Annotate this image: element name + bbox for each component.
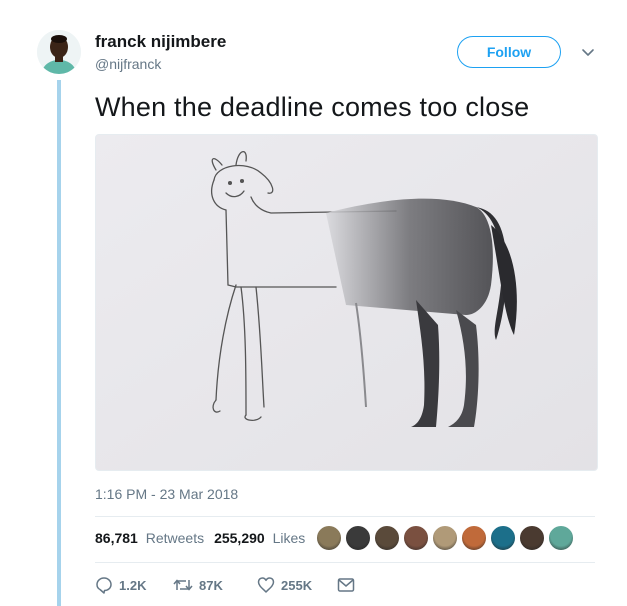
direct-message-action[interactable]: [337, 577, 361, 593]
retweets-count: 86,781: [95, 530, 138, 546]
reply-icon: [96, 577, 112, 594]
follow-button[interactable]: Follow: [457, 36, 561, 68]
user-handle[interactable]: @nijfranck: [95, 56, 161, 72]
liker-avatar[interactable]: [490, 525, 516, 551]
chevron-down-icon[interactable]: [580, 44, 596, 60]
heart-icon: [257, 577, 275, 593]
reply-count: 1.2K: [119, 577, 147, 593]
reply-action[interactable]: 1.2K: [95, 576, 173, 594]
retweets-stat[interactable]: 86,781 Retweets: [95, 530, 204, 546]
likes-label: Likes: [272, 530, 306, 546]
retweet-icon: [173, 579, 193, 591]
tweet-text: When the deadline comes too close: [95, 92, 530, 122]
liker-avatar[interactable]: [461, 525, 487, 551]
liker-avatar[interactable]: [432, 525, 458, 551]
like-count: 255K: [281, 577, 313, 593]
action-bar: 1.2K 87K 255K: [95, 576, 361, 594]
likes-stat[interactable]: 255,290 Likes: [214, 530, 305, 546]
timestamp[interactable]: 1:16 PM - 23 Mar 2018: [95, 486, 238, 502]
retweet-count: 87K: [199, 577, 223, 593]
liker-avatar[interactable]: [519, 525, 545, 551]
likes-count: 255,290: [214, 530, 265, 546]
liker-avatar[interactable]: [374, 525, 400, 551]
tweet-image[interactable]: [95, 134, 598, 471]
liker-avatar[interactable]: [548, 525, 574, 551]
avatar[interactable]: [37, 30, 81, 74]
thread-line: [57, 80, 61, 606]
envelope-icon: [337, 578, 355, 592]
retweets-label: Retweets: [145, 530, 205, 546]
engagement-stats: 86,781 Retweets 255,290 Likes: [95, 530, 315, 546]
display-name[interactable]: franck nijimbere: [95, 32, 226, 52]
retweet-action[interactable]: 87K: [173, 576, 257, 594]
liker-avatar[interactable]: [403, 525, 429, 551]
liker-avatar[interactable]: [345, 525, 371, 551]
divider: [95, 562, 595, 563]
divider: [95, 516, 595, 517]
liker-avatars: [316, 525, 577, 551]
like-action[interactable]: 255K: [257, 576, 337, 594]
liker-avatar[interactable]: [316, 525, 342, 551]
